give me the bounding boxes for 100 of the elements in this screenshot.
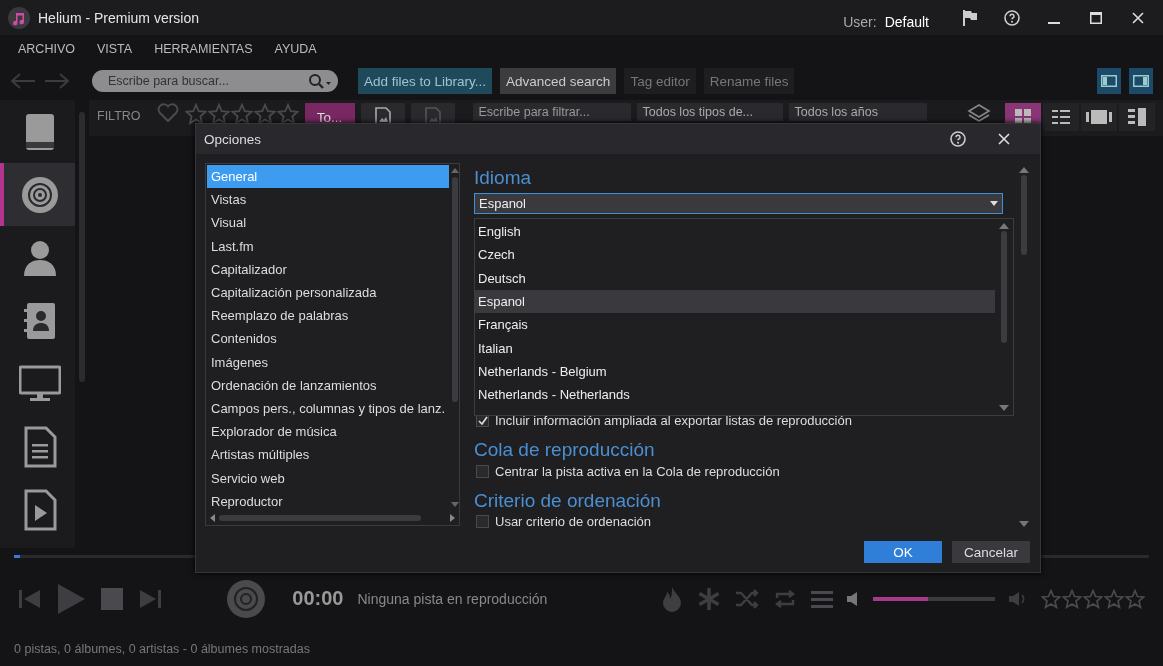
view-toggle[interactable] xyxy=(1119,103,1155,131)
category-item[interactable]: Contenidos xyxy=(207,327,450,351)
help-icon[interactable] xyxy=(950,131,966,147)
language-option[interactable]: Czech xyxy=(475,243,995,267)
status-text: 0 pistas, 0 álbumes, 0 artistas - 0 álbumes mostradas xyxy=(14,642,310,656)
checkbox[interactable] xyxy=(476,464,489,478)
search-box[interactable]: Escribe para buscar... xyxy=(92,70,338,92)
language-option[interactable]: Italian xyxy=(475,336,995,360)
category-item[interactable]: Last.fm xyxy=(207,234,450,258)
menu-item[interactable]: AYUDA xyxy=(274,41,317,56)
speaker-icon[interactable] xyxy=(847,591,860,606)
disc-icon xyxy=(226,578,267,619)
view-toggle[interactable] xyxy=(1043,103,1079,131)
menu-item[interactable]: VISTA xyxy=(96,41,133,56)
category-item[interactable]: Artistas múltiples xyxy=(207,443,450,467)
toolbar-button[interactable]: Add files to Library... xyxy=(358,68,493,94)
star-icon[interactable] xyxy=(207,103,230,125)
category-item[interactable]: Campos pers., columnas y tipos de lanz. xyxy=(207,396,450,421)
user-label: User: xyxy=(843,13,877,30)
list-view-icon xyxy=(1052,109,1070,125)
cancel-button[interactable]: Cancelar xyxy=(952,541,1030,563)
maximize-icon[interactable] xyxy=(1090,11,1102,24)
scroll-up-icon[interactable] xyxy=(450,168,459,173)
scroll-up-icon[interactable] xyxy=(999,223,1009,229)
contact-book-icon[interactable] xyxy=(21,300,58,341)
scrollbar-thumb[interactable] xyxy=(219,515,421,521)
category-item[interactable]: Capitalizador xyxy=(207,257,450,281)
language-option[interactable]: English xyxy=(475,220,995,244)
scrollbar-thumb[interactable] xyxy=(79,112,85,382)
category-item[interactable]: Visual xyxy=(207,211,450,235)
close-icon[interactable] xyxy=(1132,11,1144,24)
star-icon[interactable] xyxy=(276,103,299,125)
filter-label: FILTRO xyxy=(97,108,141,125)
scrollbar-thumb[interactable] xyxy=(1001,231,1007,343)
language-option[interactable]: Espanol xyxy=(475,289,995,314)
window-title: Helium - Premium version xyxy=(38,9,200,26)
star-icon[interactable] xyxy=(253,103,276,125)
scrollbar-thumb[interactable] xyxy=(1021,175,1027,255)
search-icon[interactable] xyxy=(308,73,332,89)
scrollbar-thumb[interactable] xyxy=(451,177,458,402)
language-option[interactable]: Deutsch xyxy=(475,266,995,290)
help-icon[interactable] xyxy=(1004,9,1020,26)
disc-icon[interactable] xyxy=(19,174,60,215)
category-item[interactable]: Imágenes xyxy=(207,350,450,374)
checkbox-label: Incluir información ampliada al exportar listas de reproducción xyxy=(495,413,852,429)
checkbox-label: Centrar la pista activa en la Cola de reproducción xyxy=(495,463,780,479)
close-icon[interactable] xyxy=(998,133,1010,145)
scroll-down-icon[interactable] xyxy=(999,405,1009,411)
view-toggle[interactable] xyxy=(1081,103,1117,131)
menu-item[interactable]: HERRAMIENTAS xyxy=(154,41,253,56)
type-dropdown[interactable]: Todos los tipos de... xyxy=(636,103,783,121)
volume-slider[interactable] xyxy=(873,596,995,601)
monitor-icon[interactable] xyxy=(18,363,61,404)
left-panel-toggle[interactable] xyxy=(1097,68,1121,94)
heart-icon[interactable] xyxy=(156,103,179,123)
category-item[interactable]: Capitalización personalizada xyxy=(207,280,450,305)
star-icon[interactable] xyxy=(1041,588,1061,609)
category-item[interactable]: Servicio web xyxy=(207,466,450,490)
toolbar-button[interactable]: Advanced search xyxy=(500,68,617,94)
language-option[interactable]: Français xyxy=(475,313,995,337)
category-item[interactable]: Reproductor xyxy=(207,489,450,513)
star-icon[interactable] xyxy=(1083,588,1103,609)
search-field[interactable]: Escribe para buscar... xyxy=(106,73,308,89)
star-icon[interactable] xyxy=(230,103,253,125)
scroll-up-icon[interactable] xyxy=(1019,167,1029,173)
scroll-down-icon[interactable] xyxy=(1019,521,1029,527)
panel-icon xyxy=(1133,75,1149,87)
playback-time: 00:00 xyxy=(292,587,344,610)
menu-icon[interactable] xyxy=(811,589,834,608)
section-heading: Idioma xyxy=(474,166,533,190)
category-item[interactable]: Vistas xyxy=(207,188,450,212)
dialog-title: Opciones xyxy=(204,131,263,147)
star-icon[interactable] xyxy=(1104,588,1124,609)
filter-field[interactable]: Escribe para filtrar... xyxy=(472,103,631,121)
right-panel-toggle[interactable] xyxy=(1129,68,1153,94)
stop-icon[interactable] xyxy=(100,586,124,611)
film-strip-icon xyxy=(1086,109,1112,125)
ok-button[interactable]: OK xyxy=(864,541,942,563)
menu-item[interactable]: ARCHIVO xyxy=(18,41,75,56)
checkmark-icon xyxy=(477,416,488,426)
panel-icon xyxy=(1101,75,1117,87)
category-item[interactable]: Ordenación de lanzamientos xyxy=(207,373,450,397)
columns-view-icon xyxy=(1128,108,1146,126)
scroll-down-icon[interactable] xyxy=(450,502,459,507)
scroll-left-icon[interactable] xyxy=(210,514,215,522)
scroll-right-icon[interactable] xyxy=(450,514,455,522)
category-item[interactable]: Reemplazo de palabras xyxy=(207,304,450,328)
star-icon[interactable] xyxy=(184,103,207,125)
language-option[interactable]: Netherlands - Netherlands xyxy=(475,383,995,407)
language-dropdown[interactable]: Espanol xyxy=(474,193,1003,214)
layers-icon[interactable] xyxy=(967,103,991,123)
star-icon[interactable] xyxy=(1125,588,1145,609)
flag-icon[interactable] xyxy=(962,9,978,26)
category-item[interactable]: Explorador de música xyxy=(207,420,450,444)
checkbox[interactable] xyxy=(476,515,489,529)
star-icon[interactable] xyxy=(1062,588,1082,609)
sidebar-item[interactable] xyxy=(0,163,75,226)
year-dropdown[interactable]: Todos los años xyxy=(788,103,927,121)
user-name: Default xyxy=(884,13,929,30)
language-option[interactable]: Netherlands - Belgium xyxy=(475,359,995,384)
